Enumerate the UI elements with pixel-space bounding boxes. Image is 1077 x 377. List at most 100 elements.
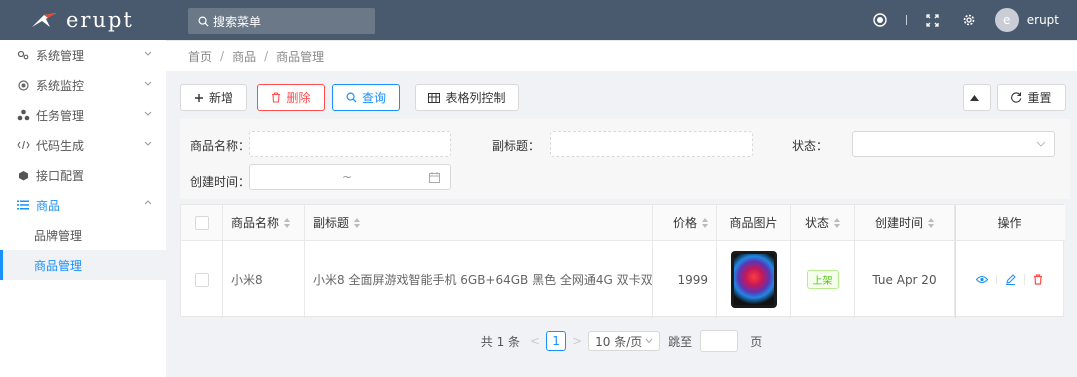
sort-icon[interactable] — [834, 217, 840, 229]
query-button[interactable]: 查询 — [332, 84, 400, 111]
list-icon — [16, 200, 30, 210]
prev-page-icon[interactable]: < — [530, 334, 540, 348]
sidebar: 系统管理 系统监控 任务管理 代码生成 接口配置 商品 品牌管理 商品管理 — [0, 40, 166, 377]
sidebar-item-tasks[interactable]: 任务管理 — [0, 100, 166, 130]
caret-up-icon — [970, 94, 979, 101]
avatar[interactable]: e — [994, 8, 1019, 32]
chevron-down-icon — [645, 338, 653, 344]
sidebar-item-codegen[interactable]: 代码生成 — [0, 130, 166, 160]
column-control-label: 表格列控制 — [445, 91, 506, 105]
chevron-up-icon — [144, 200, 152, 205]
sidebar-item-goods[interactable]: 商品 — [0, 190, 166, 220]
chevron-down-icon — [144, 81, 152, 86]
add-button[interactable]: 新增 — [180, 84, 247, 111]
name-filter-input[interactable] — [249, 131, 451, 157]
product-image[interactable] — [730, 251, 777, 308]
trash-icon — [272, 92, 281, 103]
column-header-created[interactable]: 创建时间 — [855, 205, 955, 240]
chevron-down-icon — [144, 111, 152, 116]
search-icon — [346, 92, 357, 103]
table-header: 商品名称 副标题 价格 商品图片 状态 创建时间 操作 — [181, 205, 1065, 241]
gear-icon[interactable] — [959, 10, 979, 30]
sidebar-item-api[interactable]: 接口配置 — [0, 160, 166, 190]
cell-actions — [955, 241, 1063, 318]
header-divider — [905, 15, 907, 25]
edit-icon[interactable] — [997, 274, 1025, 285]
pagination-total: 共 1 条 — [480, 334, 521, 349]
collapse-filter-button[interactable] — [963, 84, 991, 111]
sidebar-item-label: 系统监控 — [36, 78, 85, 93]
jump-label: 跳至 — [668, 334, 693, 349]
subtitle-filter-input[interactable] — [550, 131, 753, 157]
sidebar-item-label: 代码生成 — [36, 138, 85, 153]
page-item-current[interactable]: 1 — [546, 331, 567, 351]
fullscreen-icon[interactable] — [923, 10, 943, 30]
sidebar-subitem-label: 品牌管理 — [34, 228, 83, 243]
sidebar-item-label: 系统管理 — [36, 48, 85, 63]
sort-icon[interactable] — [354, 217, 361, 229]
pagination: 共 1 条 < 1 > 10 条/页 跳至 页 — [166, 329, 1077, 353]
column-header-image: 商品图片 — [717, 205, 791, 240]
cell-name: 小米8 — [223, 241, 305, 318]
sort-icon[interactable] — [702, 217, 708, 229]
header-label: 商品图片 — [729, 216, 778, 230]
select-all-checkbox[interactable] — [181, 205, 223, 240]
logo-icon — [32, 13, 56, 27]
view-icon[interactable] — [968, 275, 997, 284]
date-range-separator: ~ — [342, 170, 353, 184]
status-filter-label: 状态： — [792, 139, 829, 153]
cell-created: Tue Apr 20 — [855, 241, 955, 318]
header-label: 操作 — [997, 216, 1022, 230]
checkbox[interactable] — [194, 215, 209, 230]
column-header-subtitle[interactable]: 副标题 — [305, 205, 653, 240]
sidebar-item-label: 任务管理 — [36, 108, 85, 123]
name-filter-label: 商品名称： — [190, 139, 251, 153]
created-filter-label: 创建时间： — [190, 175, 251, 189]
column-header-actions: 操作 — [955, 205, 1063, 240]
sidebar-item-monitor[interactable]: 系统监控 — [0, 70, 166, 100]
sidebar-item-label: 接口配置 — [36, 168, 85, 183]
breadcrumb-home[interactable]: 首页 — [188, 48, 212, 65]
column-header-price[interactable]: 价格 — [653, 205, 717, 240]
sidebar-item-system[interactable]: 系统管理 — [0, 40, 166, 70]
sidebar-subitem-goods-manage[interactable]: 商品管理 — [0, 250, 166, 280]
jump-input[interactable] — [700, 330, 739, 352]
column-control-button[interactable]: 表格列控制 — [415, 84, 519, 111]
column-header-name[interactable]: 商品名称 — [223, 205, 305, 240]
delete-button[interactable]: 删除 — [257, 84, 325, 111]
checkbox[interactable] — [194, 272, 209, 287]
logo[interactable]: erupt — [0, 0, 166, 40]
api-icon — [16, 170, 30, 181]
cell-subtitle: 小米8 全面屏游戏智能手机 6GB+64GB 黑色 全网通4G 双卡双待 — [305, 241, 653, 318]
row-select[interactable] — [181, 241, 223, 318]
page-size-select[interactable]: 10 条/页 — [588, 331, 661, 351]
sort-icon[interactable] — [284, 217, 291, 229]
breadcrumb-goods[interactable]: 商品 — [232, 48, 256, 65]
cell-image[interactable] — [717, 241, 791, 318]
cell-status: 上架 — [791, 241, 855, 318]
plus-icon — [194, 93, 203, 102]
add-button-label: 新增 — [208, 91, 233, 105]
status-filter-select[interactable] — [852, 131, 1055, 157]
refresh-icon — [1011, 92, 1022, 103]
created-range-picker[interactable]: ~ — [249, 164, 451, 190]
menu-search-input[interactable]: 搜索菜单 — [188, 8, 375, 34]
username[interactable]: erupt — [1027, 13, 1059, 27]
reset-button[interactable]: 重置 — [997, 84, 1066, 111]
header-label: 价格 — [672, 216, 697, 230]
filter-panel: 商品名称： 副标题： 状态： 创建时间： ~ — [180, 119, 1070, 199]
sort-icon[interactable] — [928, 217, 934, 229]
settings-icon — [16, 49, 30, 61]
chevron-down-icon — [1036, 141, 1046, 147]
page-size-value: 10 条/页 — [595, 334, 643, 349]
subtitle-filter-label: 副标题： — [492, 139, 541, 153]
header-label: 副标题 — [313, 216, 350, 230]
sidebar-subitem-brand[interactable]: 品牌管理 — [0, 220, 166, 250]
table-row[interactable]: 小米8 小米8 全面屏游戏智能手机 6GB+64GB 黑色 全网通4G 双卡双待… — [181, 241, 1065, 318]
theme-toggle-icon[interactable] — [870, 10, 890, 30]
task-icon — [16, 109, 30, 121]
next-page-icon[interactable]: > — [572, 334, 582, 348]
column-header-status[interactable]: 状态 — [791, 205, 855, 240]
trash-icon[interactable] — [1025, 274, 1051, 285]
header-actions: e erupt — [862, 0, 1077, 40]
